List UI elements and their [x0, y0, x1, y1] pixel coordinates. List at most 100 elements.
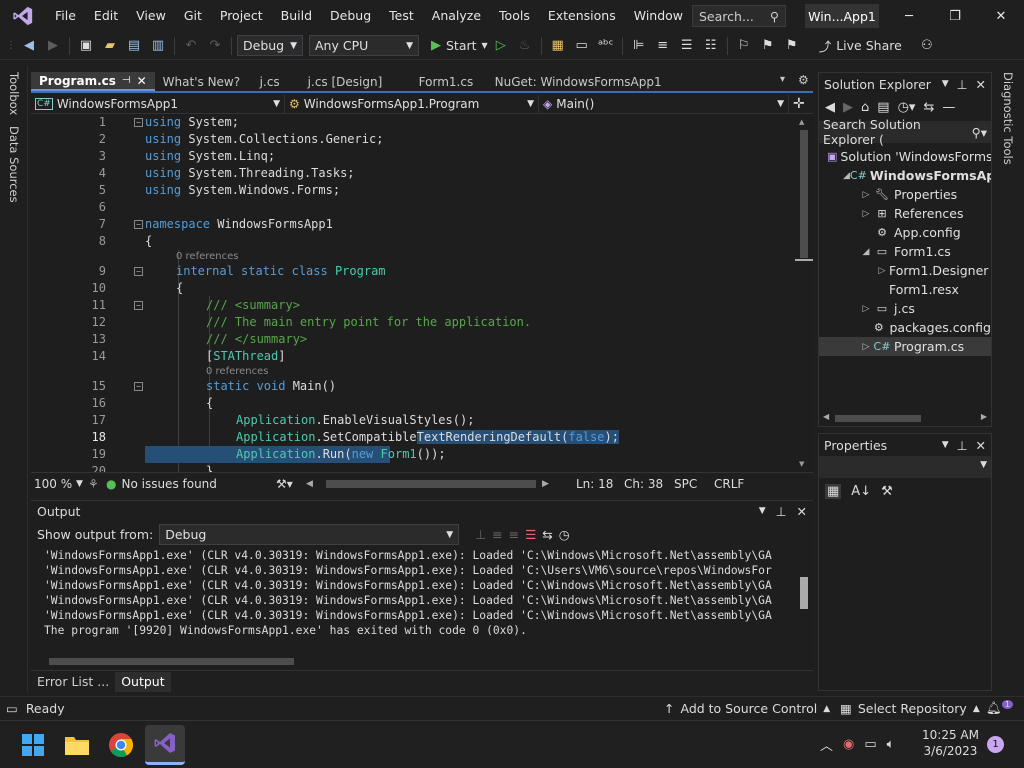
redo-icon[interactable]: ↷: [204, 35, 226, 57]
collapsed-arrow-icon[interactable]: ▷: [859, 209, 873, 219]
tab-j-cs[interactable]: j.cs: [252, 72, 300, 91]
tree-item[interactable]: ▷ C# Program.cs: [819, 337, 991, 356]
feedback-icon[interactable]: ⚇: [916, 35, 938, 57]
windows-start-icon[interactable]: [13, 725, 53, 765]
select-repository-button[interactable]: ▦ Select Repository ▲: [840, 701, 980, 716]
menu-window[interactable]: Window: [625, 0, 692, 32]
output-source-dropdown[interactable]: Debug ▼: [159, 524, 460, 545]
settings-gear-icon[interactable]: ⚙: [798, 73, 809, 87]
tree-item[interactable]: ▷ ▭ j.cs: [819, 299, 991, 318]
solution-search-input[interactable]: Search Solution Explorer ( ⚲▾: [819, 117, 991, 147]
panel-options-icon[interactable]: ▼: [942, 79, 949, 89]
volume-icon[interactable]: 🔈︎: [887, 737, 895, 752]
find-message-icon[interactable]: ⊥: [475, 527, 486, 542]
clock[interactable]: 10:25 AM 3/6/2023: [922, 727, 979, 759]
menu-test[interactable]: Test: [380, 0, 423, 32]
collapsed-arrow-icon[interactable]: ▷: [859, 190, 873, 200]
forward-icon[interactable]: ▶: [843, 100, 853, 115]
spell-check-icon[interactable]: ᵃᵇᶜ: [595, 35, 617, 57]
align-center-icon[interactable]: ≡: [652, 35, 674, 57]
panel-close-icon[interactable]: ✕: [976, 77, 986, 92]
tab-overflow-icon[interactable]: ▾: [780, 74, 785, 85]
tab-j-cs-design-[interactable]: j.cs [Design]: [300, 72, 411, 91]
panel-close-icon[interactable]: ✕: [976, 438, 986, 453]
next-message-icon[interactable]: ≡: [509, 527, 519, 542]
code-editor[interactable]: 1− using System; 2 using System.Collection…: [31, 114, 793, 472]
menu-tools[interactable]: Tools: [490, 0, 539, 32]
align-left-icon[interactable]: ⊫: [628, 35, 650, 57]
diagnostic-tools-tab[interactable]: Diagnostic Tools: [1001, 72, 1015, 165]
member-dropdown[interactable]: ◈ Main() ▼: [539, 94, 789, 113]
tab-what-s-new-[interactable]: What's New?: [155, 72, 252, 91]
menu-git[interactable]: Git: [175, 0, 211, 32]
pin-icon[interactable]: ⊥: [776, 504, 787, 519]
live-share-button[interactable]: ⤴ Live Share: [819, 36, 902, 55]
solution-horizontal-scrollbar[interactable]: ◀ ▶: [819, 410, 991, 426]
bookmark-next-icon[interactable]: ⚑: [781, 35, 803, 57]
network-alert-icon[interactable]: ◉: [843, 737, 854, 752]
line-ending-mode[interactable]: CRLF: [714, 477, 744, 491]
issues-indicator[interactable]: ● No issues found: [106, 477, 276, 491]
menu-file[interactable]: File: [46, 0, 85, 32]
fold-toggle-icon[interactable]: −: [134, 118, 143, 127]
bookmark-prev-icon[interactable]: ⚑: [757, 35, 779, 57]
horizontal-scrollbar[interactable]: [326, 480, 536, 488]
menu-view[interactable]: View: [127, 0, 175, 32]
properties-object-dropdown[interactable]: ▼: [819, 456, 991, 478]
output-vertical-scrollbar[interactable]: [795, 549, 813, 653]
fold-toggle-icon[interactable]: −: [134, 382, 143, 391]
tab-nuget-windowsformsapp1[interactable]: NuGet: WindowsFormsApp1: [487, 72, 670, 91]
tree-item[interactable]: Form1.resx: [819, 280, 991, 299]
panel-close-icon[interactable]: ✕: [797, 504, 807, 519]
close-tab-icon[interactable]: ✕: [137, 74, 147, 88]
hot-reload-icon[interactable]: ♨: [514, 35, 536, 57]
class-dropdown[interactable]: ⚙ WindowsFormsApp1.Program ▼: [285, 94, 539, 113]
menu-build[interactable]: Build: [272, 0, 321, 32]
tab-form1-cs[interactable]: Form1.cs: [411, 72, 487, 91]
panel-options-icon[interactable]: ▼: [759, 506, 766, 516]
chrome-icon[interactable]: [101, 725, 141, 765]
project-dropdown[interactable]: C# WindowsFormsApp1 ▼: [31, 94, 285, 113]
menu-extensions[interactable]: Extensions: [539, 0, 625, 32]
menu-debug[interactable]: Debug: [321, 0, 380, 32]
editor-vertical-scrollbar[interactable]: ▲ ▼: [795, 114, 813, 472]
tree-item[interactable]: ◢C#WindowsFormsApp1: [819, 166, 991, 185]
back-icon[interactable]: ◀: [18, 35, 40, 57]
platform-dropdown[interactable]: Any CPU ▼: [309, 35, 419, 56]
pin-icon[interactable]: ⊥: [957, 77, 968, 92]
property-pages-icon[interactable]: ⚒: [881, 484, 893, 499]
tree-item[interactable]: ▷ Form1.Designer: [819, 261, 991, 280]
whitespace-mode[interactable]: SPC: [674, 477, 714, 491]
tree-item[interactable]: ▷ 🔧︎ Properties: [819, 185, 991, 204]
alphabetical-icon[interactable]: A↓: [851, 484, 871, 499]
tree-item[interactable]: ◢ ▭ Form1.cs: [819, 242, 991, 261]
expanded-arrow-icon[interactable]: ◢: [843, 171, 850, 181]
notifications-bell-icon[interactable]: 🔔︎ 1: [986, 700, 1013, 716]
open-folder-icon[interactable]: ▰: [99, 35, 121, 57]
tree-item[interactable]: ⚙ App.config: [819, 223, 991, 242]
tree-item[interactable]: ▣ Solution 'WindowsFormsA: [819, 147, 991, 166]
clear-all-icon[interactable]: ☰: [525, 527, 536, 542]
visual-studio-logo-icon[interactable]: [0, 0, 46, 32]
forward-icon[interactable]: ▶: [42, 35, 64, 57]
bottom-tab-output[interactable]: Output: [115, 671, 171, 692]
panel-options-icon[interactable]: ▼: [942, 440, 949, 450]
pending-changes-icon[interactable]: ◷▾: [898, 100, 916, 115]
file-explorer-icon[interactable]: [57, 725, 97, 765]
word-wrap-icon[interactable]: ⇆: [542, 527, 552, 542]
fold-toggle-icon[interactable]: −: [134, 220, 143, 229]
sync-icon[interactable]: ⇆: [923, 100, 934, 115]
data-sources-tab[interactable]: Data Sources: [7, 126, 21, 203]
timestamp-icon[interactable]: ◷: [559, 527, 570, 542]
split-view-icon[interactable]: ✛: [793, 96, 805, 112]
start-button[interactable]: ▶ Start ▼: [431, 38, 488, 53]
search-input[interactable]: Search... ⚲: [692, 5, 786, 27]
pin-icon[interactable]: ⊥: [957, 438, 968, 453]
collapsed-arrow-icon[interactable]: ▷: [875, 266, 889, 276]
expanded-arrow-icon[interactable]: ◢: [859, 247, 873, 257]
fold-toggle-icon[interactable]: −: [134, 267, 143, 276]
zoom-dropdown-icon[interactable]: ▼: [76, 479, 88, 489]
back-icon[interactable]: ◀: [825, 100, 835, 115]
bookmark-icon[interactable]: ⚐: [733, 35, 755, 57]
undo-icon[interactable]: ↶: [180, 35, 202, 57]
